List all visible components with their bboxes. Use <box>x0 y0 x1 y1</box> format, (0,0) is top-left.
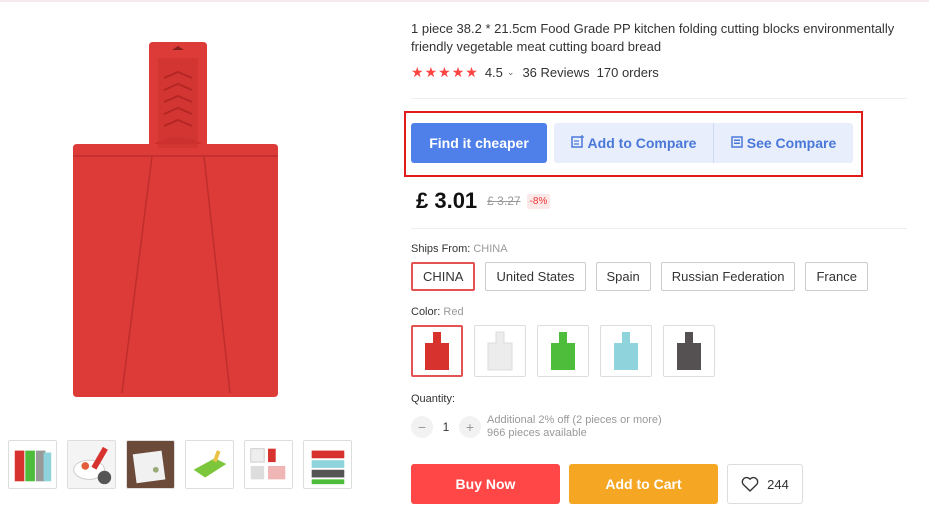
quantity-decrease-button[interactable]: − <box>411 416 433 438</box>
ship-option-russian-federation[interactable]: Russian Federation <box>660 262 796 291</box>
ship-option-france[interactable]: France <box>805 262 868 291</box>
original-price: £ 3.27 <box>487 194 521 208</box>
color-label: Color: Red <box>411 306 464 318</box>
main-product-image[interactable] <box>60 38 290 403</box>
buy-now-button[interactable]: Buy Now <box>411 464 560 504</box>
ships-from-selected: CHINA <box>473 243 508 255</box>
product-info: 1 piece 38.2 * 21.5cm Food Grade PP kitc… <box>411 20 911 80</box>
find-it-cheaper-button[interactable]: Find it cheaper <box>411 123 547 163</box>
thumbnail-2[interactable] <box>67 440 116 489</box>
thumbnail-3[interactable] <box>126 440 175 489</box>
reviews-link[interactable]: 36 Reviews <box>522 65 589 80</box>
see-compare-button[interactable]: See Compare <box>714 123 853 163</box>
ships-from-label: Ships From: CHINA <box>411 243 508 255</box>
top-border <box>0 0 929 2</box>
color-swatch-red[interactable] <box>411 325 463 377</box>
add-to-compare-button[interactable]: Add to Compare <box>554 123 714 163</box>
color-selected: Red <box>443 306 464 318</box>
product-title: 1 piece 38.2 * 21.5cm Food Grade PP kitc… <box>411 21 895 54</box>
color-text: Color: <box>411 306 441 318</box>
color-swatch-white[interactable] <box>474 325 526 377</box>
bulk-discount-note: Additional 2% off (2 pieces or more) <box>487 414 662 426</box>
quantity-stepper: − 1 + Additional 2% off (2 pieces or mor… <box>411 414 662 440</box>
discount-badge: -8% <box>526 193 551 209</box>
list-icon <box>731 135 743 151</box>
rating-value[interactable]: 4.5 <box>485 65 503 80</box>
see-compare-label: See Compare <box>746 135 837 151</box>
divider <box>411 228 907 229</box>
ship-option-china[interactable]: CHINA <box>411 262 476 291</box>
star-icon: ★ <box>451 64 465 80</box>
star-icon: ★ <box>424 64 438 80</box>
star-icon: ★ <box>438 64 451 80</box>
wishlist-count: 244 <box>767 476 789 492</box>
compare-button-group: Add to Compare See Compare <box>554 123 853 163</box>
quantity-increase-button[interactable]: + <box>459 416 481 438</box>
ships-from-text: Ships From: <box>411 243 471 255</box>
color-swatch-gray[interactable] <box>663 325 715 377</box>
color-swatch-blue[interactable] <box>600 325 652 377</box>
add-compare-icon <box>570 135 584 151</box>
thumbnail-1[interactable] <box>8 440 57 489</box>
thumbnail-5[interactable] <box>244 440 293 489</box>
rating-stars: ★ ★ ★ ★ ★ <box>411 65 478 79</box>
orders-count: 170 orders <box>596 64 659 80</box>
current-price: £ 3.01 <box>416 188 478 213</box>
divider <box>411 98 907 99</box>
heart-icon <box>741 476 759 492</box>
ship-option-spain[interactable]: Spain <box>595 262 651 291</box>
thumbnail-strip <box>8 440 352 489</box>
add-to-cart-button[interactable]: Add to Cart <box>569 464 718 504</box>
quantity-value[interactable]: 1 <box>433 420 459 434</box>
wishlist-button[interactable]: 244 <box>727 464 803 504</box>
rating-row: ★ ★ ★ ★ ★ 4.5 ⌄ 36 Reviews 170 orders <box>411 64 911 80</box>
add-to-compare-label: Add to Compare <box>587 135 697 151</box>
stock-available: 966 pieces available <box>487 427 587 439</box>
color-options <box>411 325 715 377</box>
star-icon: ★ <box>411 64 424 80</box>
color-swatch-green[interactable] <box>537 325 589 377</box>
ship-option-united-states[interactable]: United States <box>485 262 586 291</box>
thumbnail-6[interactable] <box>303 440 352 489</box>
star-icon: ★ <box>465 64 478 80</box>
cutting-board-image <box>73 42 278 397</box>
thumbnail-4[interactable] <box>185 440 234 489</box>
chevron-down-icon[interactable]: ⌄ <box>507 67 515 78</box>
quantity-note: Additional 2% off (2 pieces or more) 966… <box>487 414 662 440</box>
ships-from-options: CHINA United States Spain Russian Federa… <box>411 262 868 291</box>
price-row: £ 3.01 £ 3.27 -8% <box>416 188 551 214</box>
quantity-label: Quantity: <box>411 393 456 405</box>
